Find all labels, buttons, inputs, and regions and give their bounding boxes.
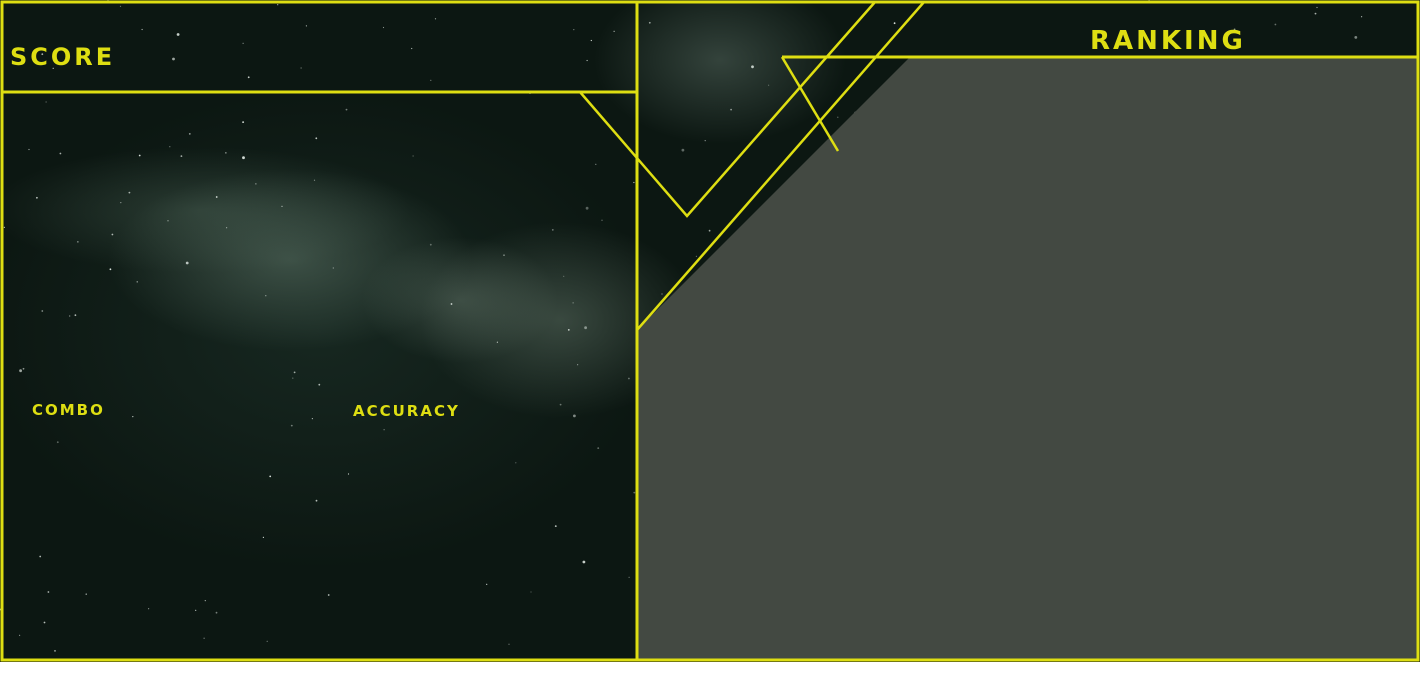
accuracy-label: ACCURACY [353, 402, 460, 420]
hud-frame [0, 0, 1420, 662]
results-screen: SCORE RANKING COMBO ACCURACY [0, 0, 1420, 662]
ranking-slash [780, 56, 840, 152]
ranking-panel [637, 57, 1418, 660]
ranking-label: RANKING [1090, 26, 1246, 56]
score-label: SCORE [10, 43, 116, 71]
combo-label: COMBO [32, 401, 105, 419]
